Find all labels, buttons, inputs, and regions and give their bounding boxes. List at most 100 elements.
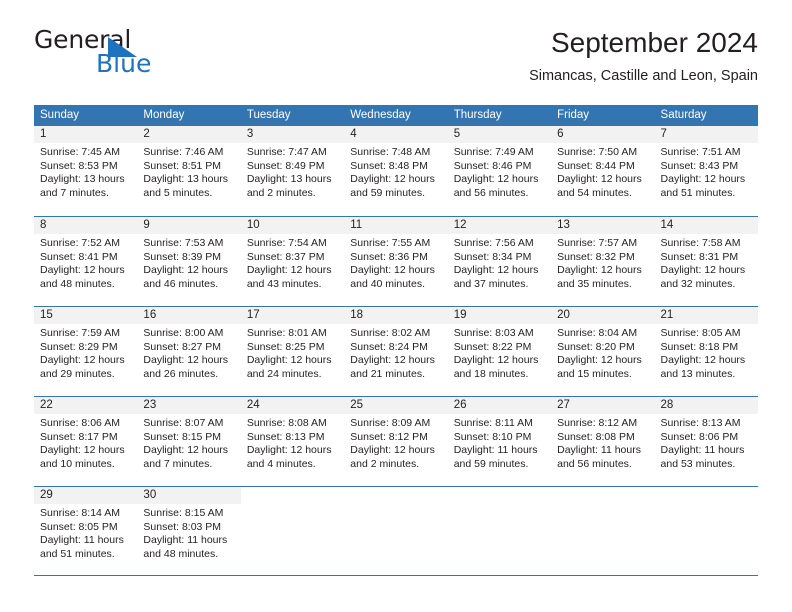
day-sun-info: Sunrise: 8:12 AM Sunset: 8:08 PM Daylight:…: [551, 414, 654, 471]
calendar-day-cell[interactable]: 21 Sunrise: 8:05 AM Sunset: 8:18 PM Dayligh…: [654, 307, 758, 396]
calendar-day-cell[interactable]: 28 Sunrise: 8:13 AM Sunset: 8:06 PM Dayligh…: [654, 397, 758, 486]
day-number: 12: [447, 217, 552, 234]
calendar-grid: Sunday Monday Tuesday Wednesday Thursday…: [34, 105, 758, 576]
sunrise-text: Sunrise: 8:07 AM: [143, 417, 224, 429]
daylight-text: Daylight: 12 hours and 15 minutes.: [557, 354, 642, 380]
sunrise-text: Sunrise: 8:15 AM: [143, 507, 224, 519]
sunset-text: Sunset: 8:13 PM: [246, 430, 325, 443]
day-number: [447, 487, 552, 504]
sunrise-text: Sunrise: 7:45 AM: [40, 146, 120, 158]
day-sun-info: Sunrise: 8:07 AM Sunset: 8:15 PM Daylight:…: [137, 414, 240, 471]
daylight-text: Daylight: 11 hours and 51 minutes.: [40, 534, 124, 560]
daylight-text: Daylight: 12 hours and 37 minutes.: [453, 264, 539, 290]
calendar-week-row: 8 Sunrise: 7:52 AM Sunset: 8:41 PM Daylight…: [34, 216, 758, 306]
daylight-text: Daylight: 12 hours and 29 minutes.: [40, 354, 125, 380]
sunrise-text: Sunrise: 8:11 AM: [453, 417, 533, 429]
day-sun-info: Sunrise: 8:05 AM Sunset: 8:18 PM Daylight:…: [655, 324, 758, 381]
day-sun-info: Sunrise: 7:48 AM Sunset: 8:48 PM Daylight:…: [344, 143, 447, 200]
calendar-day-cell[interactable]: 7 Sunrise: 7:51 AM Sunset: 8:43 PM Daylight…: [654, 126, 758, 216]
calendar-week-row: 22 Sunrise: 8:06 AM Sunset: 8:17 PM Dayligh…: [34, 396, 758, 486]
day-number: 17: [240, 307, 345, 324]
calendar-day-cell[interactable]: 26 Sunrise: 8:11 AM Sunset: 8:10 PM Dayligh…: [447, 397, 552, 486]
calendar-day-cell[interactable]: 1 Sunrise: 7:45 AM Sunset: 8:53 PM Daylight…: [34, 126, 138, 216]
sunrise-text: Sunrise: 7:51 AM: [660, 146, 741, 158]
calendar-day-cell[interactable]: 4 Sunrise: 7:48 AM Sunset: 8:48 PM Daylight…: [344, 126, 448, 216]
day-number: 28: [654, 397, 758, 414]
sunrise-text: Sunrise: 8:08 AM: [246, 417, 327, 429]
day-sun-info: Sunrise: 8:03 AM Sunset: 8:22 PM Daylight:…: [448, 324, 551, 381]
day-number: 22: [34, 397, 138, 414]
daylight-text: Daylight: 12 hours and 46 minutes.: [143, 264, 229, 290]
daylight-text: Daylight: 13 hours and 7 minutes.: [40, 173, 125, 199]
calendar-day-cell[interactable]: 2 Sunrise: 7:46 AM Sunset: 8:51 PM Daylight…: [137, 126, 241, 216]
sunset-text: Sunset: 8:03 PM: [143, 520, 222, 533]
sunset-text: Sunset: 8:05 PM: [40, 520, 118, 533]
daylight-text: Daylight: 12 hours and 21 minutes.: [350, 354, 435, 380]
calendar-day-cell[interactable]: 3 Sunrise: 7:47 AM Sunset: 8:49 PM Daylight…: [240, 126, 345, 216]
day-number: 24: [240, 397, 345, 414]
day-sun-info: Sunrise: 8:08 AM Sunset: 8:13 PM Daylight:…: [241, 414, 344, 471]
calendar-day-cell[interactable]: 10 Sunrise: 7:54 AM Sunset: 8:37 PM Dayligh…: [240, 217, 345, 306]
calendar-day-cell[interactable]: 14 Sunrise: 7:58 AM Sunset: 8:31 PM Dayligh…: [654, 217, 758, 306]
calendar-day-cell[interactable]: 15 Sunrise: 7:59 AM Sunset: 8:29 PM Dayligh…: [34, 307, 138, 396]
sunrise-text: Sunrise: 7:59 AM: [40, 327, 120, 339]
daylight-text: Daylight: 12 hours and 51 minutes.: [660, 173, 746, 199]
day-sun-info: Sunrise: 7:58 AM Sunset: 8:31 PM Daylight:…: [655, 234, 758, 291]
daylight-text: Daylight: 12 hours and 13 minutes.: [660, 354, 746, 380]
sunset-text: Sunset: 8:49 PM: [246, 159, 325, 172]
calendar-day-cell[interactable]: 11 Sunrise: 7:55 AM Sunset: 8:36 PM Dayligh…: [344, 217, 448, 306]
day-sun-info: Sunrise: 7:47 AM Sunset: 8:49 PM Daylight:…: [241, 143, 344, 200]
day-sun-info: Sunrise: 8:14 AM Sunset: 8:05 PM Daylight:…: [34, 504, 137, 561]
calendar-day-cell[interactable]: 17 Sunrise: 8:01 AM Sunset: 8:25 PM Dayligh…: [240, 307, 345, 396]
calendar-day-cell[interactable]: 29 Sunrise: 8:14 AM Sunset: 8:05 PM Dayligh…: [34, 487, 138, 575]
daylight-text: Daylight: 12 hours and 4 minutes.: [246, 444, 332, 470]
day-sun-info: Sunrise: 8:15 AM Sunset: 8:03 PM Daylight:…: [137, 504, 240, 561]
sunset-text: Sunset: 8:46 PM: [453, 159, 532, 172]
sunrise-text: Sunrise: 8:05 AM: [660, 327, 741, 339]
calendar-day-cell[interactable]: 6 Sunrise: 7:50 AM Sunset: 8:44 PM Daylight…: [551, 126, 655, 216]
day-number: 9: [137, 217, 241, 234]
day-sun-info: Sunrise: 7:55 AM Sunset: 8:36 PM Daylight:…: [344, 234, 447, 291]
calendar-day-cell-empty: [654, 487, 758, 575]
calendar-day-cell[interactable]: 9 Sunrise: 7:53 AM Sunset: 8:39 PM Daylight…: [137, 217, 241, 306]
sunset-text: Sunset: 8:41 PM: [40, 250, 118, 263]
sunset-text: Sunset: 8:51 PM: [143, 159, 222, 172]
calendar-day-cell[interactable]: 16 Sunrise: 8:00 AM Sunset: 8:27 PM Dayligh…: [137, 307, 241, 396]
calendar-week-row: 1 Sunrise: 7:45 AM Sunset: 8:53 PM Daylight…: [34, 126, 758, 216]
sunset-text: Sunset: 8:36 PM: [350, 250, 428, 263]
calendar-day-cell[interactable]: 25 Sunrise: 8:09 AM Sunset: 8:12 PM Dayligh…: [344, 397, 448, 486]
daylight-text: Daylight: 12 hours and 2 minutes.: [350, 444, 435, 470]
daylight-text: Daylight: 13 hours and 2 minutes.: [246, 173, 332, 199]
sunset-text: Sunset: 8:10 PM: [453, 430, 532, 443]
day-sun-info: Sunrise: 7:56 AM Sunset: 8:34 PM Daylight:…: [448, 234, 551, 291]
sunrise-text: Sunrise: 7:50 AM: [557, 146, 638, 158]
page-title: September 2024: [550, 27, 758, 58]
calendar-day-cell[interactable]: 27 Sunrise: 8:12 AM Sunset: 8:08 PM Dayligh…: [551, 397, 655, 486]
weekday-sunday: Sunday: [40, 109, 80, 121]
daylight-text: Daylight: 11 hours and 53 minutes.: [660, 444, 745, 470]
calendar-day-cell[interactable]: 13 Sunrise: 7:57 AM Sunset: 8:32 PM Dayligh…: [551, 217, 655, 306]
day-number: 23: [137, 397, 241, 414]
day-number: 8: [34, 217, 138, 234]
calendar-day-cell[interactable]: 23 Sunrise: 8:07 AM Sunset: 8:15 PM Dayligh…: [137, 397, 241, 486]
weekday-monday: Monday: [143, 109, 185, 121]
sunset-text: Sunset: 8:15 PM: [143, 430, 222, 443]
calendar-day-cell[interactable]: 12 Sunrise: 7:56 AM Sunset: 8:34 PM Dayligh…: [447, 217, 552, 306]
daylight-text: Daylight: 12 hours and 43 minutes.: [246, 264, 332, 290]
calendar-day-cell[interactable]: 8 Sunrise: 7:52 AM Sunset: 8:41 PM Daylight…: [34, 217, 138, 306]
calendar-day-cell[interactable]: 19 Sunrise: 8:03 AM Sunset: 8:22 PM Dayligh…: [447, 307, 552, 396]
sunrise-text: Sunrise: 8:03 AM: [453, 327, 534, 339]
calendar-day-cell[interactable]: 20 Sunrise: 8:04 AM Sunset: 8:20 PM Dayligh…: [551, 307, 655, 396]
day-number: 2: [137, 126, 241, 143]
day-sun-info: Sunrise: 8:13 AM Sunset: 8:06 PM Daylight:…: [655, 414, 758, 471]
calendar-day-cell[interactable]: 30 Sunrise: 8:15 AM Sunset: 8:03 PM Dayligh…: [137, 487, 241, 575]
day-sun-info: Sunrise: 7:46 AM Sunset: 8:51 PM Daylight:…: [137, 143, 240, 200]
calendar-day-cell[interactable]: 5 Sunrise: 7:49 AM Sunset: 8:46 PM Daylight…: [447, 126, 552, 216]
calendar-day-cell-empty: [344, 487, 448, 575]
calendar-day-cell[interactable]: 18 Sunrise: 8:02 AM Sunset: 8:24 PM Dayligh…: [344, 307, 448, 396]
weekday-wednesday: Wednesday: [350, 109, 411, 121]
generalblue-logo[interactable]: General Blue: [34, 26, 224, 86]
calendar-day-cell[interactable]: 22 Sunrise: 8:06 AM Sunset: 8:17 PM Dayligh…: [34, 397, 138, 486]
sunset-text: Sunset: 8:20 PM: [557, 340, 635, 353]
calendar-day-cell[interactable]: 24 Sunrise: 8:08 AM Sunset: 8:13 PM Dayligh…: [240, 397, 345, 486]
